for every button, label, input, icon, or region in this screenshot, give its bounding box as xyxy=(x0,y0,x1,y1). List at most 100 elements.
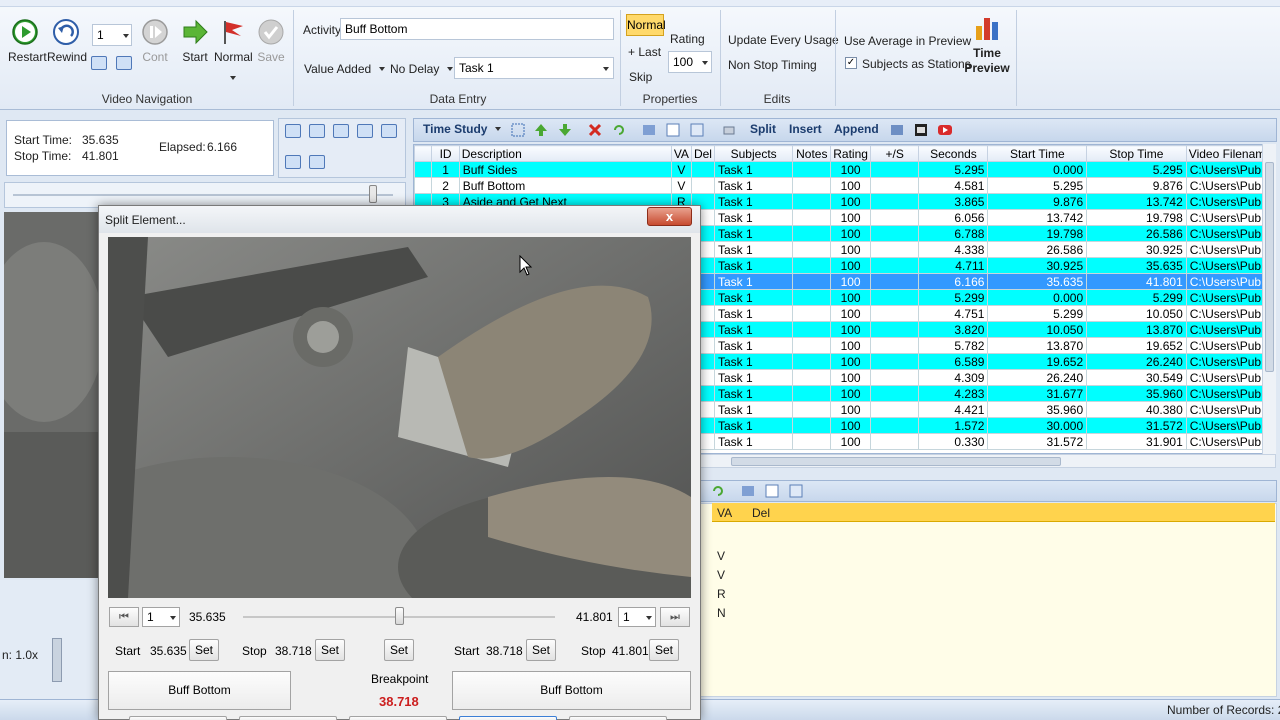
cell-rating[interactable]: 100 xyxy=(830,161,871,178)
cell-stop-time[interactable]: 26.586 xyxy=(1086,225,1187,242)
cell-plus-s[interactable] xyxy=(869,337,920,354)
arrow-up-icon[interactable] xyxy=(534,123,548,137)
cell-stop-time[interactable]: 35.635 xyxy=(1086,257,1187,274)
insert-button[interactable]: Insert xyxy=(789,122,822,136)
cell-rating[interactable]: 100 xyxy=(830,337,871,354)
arrow-down-icon[interactable] xyxy=(558,123,572,137)
cell-subjects[interactable]: Task 1 xyxy=(713,161,794,178)
cell-subjects[interactable]: Task 1 xyxy=(713,385,794,402)
time-preview-button[interactable]: Time Preview xyxy=(963,14,1011,76)
update-every-usage-toggle[interactable]: Update Every Usage xyxy=(728,33,839,47)
left-element-name[interactable]: Buff Bottom xyxy=(108,671,291,710)
cell-notes[interactable] xyxy=(792,337,832,354)
cell-rating[interactable]: 100 xyxy=(830,305,871,322)
cell-plus-s[interactable] xyxy=(869,225,920,242)
col-header-start-time[interactable]: Start Time xyxy=(987,145,1088,162)
cell-va[interactable]: V xyxy=(670,161,692,178)
cell-stop-time[interactable]: 30.549 xyxy=(1086,369,1187,386)
cell-subjects[interactable]: Task 1 xyxy=(713,289,794,306)
dialog-bottom-button[interactable] xyxy=(349,716,447,720)
cell-plus-s[interactable] xyxy=(869,273,920,290)
set-left-start-button[interactable]: Set xyxy=(189,639,219,661)
col-header-stop-time[interactable]: Stop Time xyxy=(1086,145,1187,162)
save-button[interactable]: Save xyxy=(254,18,288,64)
cell-subjects[interactable]: Task 1 xyxy=(713,417,794,434)
cell-start-time[interactable]: 35.635 xyxy=(987,273,1088,290)
delete-icon[interactable] xyxy=(588,123,602,137)
cell-notes[interactable] xyxy=(792,353,832,370)
sort-icon[interactable] xyxy=(642,123,656,137)
cell-rating[interactable]: 100 xyxy=(830,369,871,386)
cell-rating[interactable]: 100 xyxy=(830,193,871,210)
cell-notes[interactable] xyxy=(792,385,832,402)
cell-start-time[interactable]: 30.925 xyxy=(987,257,1088,274)
slider-thumb[interactable] xyxy=(369,185,377,203)
close-button[interactable]: x xyxy=(647,207,692,226)
cell-stop-time[interactable]: 9.876 xyxy=(1086,177,1187,194)
cell-stop-time[interactable]: 40.380 xyxy=(1086,401,1187,418)
cell-start-time[interactable]: 30.000 xyxy=(987,417,1088,434)
rating-select[interactable]: 100 xyxy=(668,51,712,73)
cell-subjects[interactable]: Task 1 xyxy=(713,273,794,290)
cell-notes[interactable] xyxy=(792,241,832,258)
dialog-bottom-button[interactable] xyxy=(459,716,557,720)
cell-seconds[interactable]: 5.299 xyxy=(918,289,989,306)
youtube-icon[interactable] xyxy=(938,123,952,137)
left-step-select[interactable]: 1 xyxy=(142,607,180,627)
non-stop-timing-toggle[interactable]: Non Stop Timing xyxy=(728,58,817,72)
cell-seconds[interactable]: 4.283 xyxy=(918,385,989,402)
cell-notes[interactable] xyxy=(792,225,832,242)
cell-rating[interactable]: 100 xyxy=(830,209,871,226)
cell-rating[interactable]: 100 xyxy=(830,401,871,418)
cell-subjects[interactable]: Task 1 xyxy=(713,177,794,194)
cell-subjects[interactable]: Task 1 xyxy=(713,433,794,450)
cell-description[interactable]: Buff Sides xyxy=(458,161,672,178)
cell-notes[interactable] xyxy=(792,401,832,418)
cont-button[interactable]: Cont xyxy=(138,18,172,64)
cell-plus-s[interactable] xyxy=(869,193,920,210)
cell-seconds[interactable]: 6.589 xyxy=(918,353,989,370)
cell-seconds[interactable]: 6.056 xyxy=(918,209,989,226)
cell-plus-s[interactable] xyxy=(869,321,920,338)
cell-del[interactable] xyxy=(690,177,715,194)
speed-select[interactable]: 1 xyxy=(92,24,132,46)
dialog-titlebar[interactable]: Split Element... x xyxy=(99,206,700,233)
cell-stop-time[interactable]: 26.240 xyxy=(1086,353,1187,370)
cell-seconds[interactable]: 6.788 xyxy=(918,225,989,242)
grid-horizontal-scrollbar[interactable] xyxy=(700,454,1276,468)
monitor-icon[interactable] xyxy=(285,155,301,169)
film-icon[interactable] xyxy=(914,123,928,137)
cell-start-time[interactable]: 13.742 xyxy=(987,209,1088,226)
use-average-toggle[interactable]: Use Average in Preview xyxy=(844,34,971,48)
list-icon[interactable] xyxy=(666,123,680,137)
cell-plus-s[interactable] xyxy=(869,385,920,402)
cell-start-time[interactable]: 19.652 xyxy=(987,353,1088,370)
cell-start-time[interactable]: 35.960 xyxy=(987,401,1088,418)
cell-subjects[interactable]: Task 1 xyxy=(713,209,794,226)
set-right-start-button[interactable]: Set xyxy=(526,639,556,661)
cell-plus-s[interactable] xyxy=(869,369,920,386)
col-header-subjects[interactable]: Subjects xyxy=(713,145,794,162)
print-icon[interactable] xyxy=(722,123,736,137)
sort-icon[interactable] xyxy=(741,484,755,498)
cell-subjects[interactable]: Task 1 xyxy=(713,257,794,274)
cell-notes[interactable] xyxy=(792,273,832,290)
skip-button[interactable]: Skip xyxy=(629,70,652,84)
cell-start-time[interactable]: 31.572 xyxy=(987,433,1088,450)
cell-seconds[interactable]: 5.782 xyxy=(918,337,989,354)
cell-subjects[interactable]: Task 1 xyxy=(713,353,794,370)
col-header-id[interactable]: ID xyxy=(431,145,460,162)
cell-seconds[interactable]: 4.751 xyxy=(918,305,989,322)
cell-notes[interactable] xyxy=(792,369,832,386)
cell-seconds[interactable]: 4.421 xyxy=(918,401,989,418)
col-header-seconds[interactable]: Seconds xyxy=(918,145,989,162)
table-row[interactable]: 2 Buff Bottom V Task 1 100 4.581 5.295 9.876 C:\… xyxy=(414,177,1275,194)
cell-seconds[interactable]: 5.295 xyxy=(918,161,989,178)
cell-seconds[interactable]: 3.820 xyxy=(918,321,989,338)
set-left-stop-button[interactable]: Set xyxy=(315,639,345,661)
right-element-name[interactable]: Buff Bottom xyxy=(452,671,691,710)
col-header-del[interactable]: Del xyxy=(752,506,770,520)
cell-plus-s[interactable] xyxy=(869,209,920,226)
cell-plus-s[interactable] xyxy=(869,289,920,306)
split-button[interactable]: Split xyxy=(750,122,776,136)
